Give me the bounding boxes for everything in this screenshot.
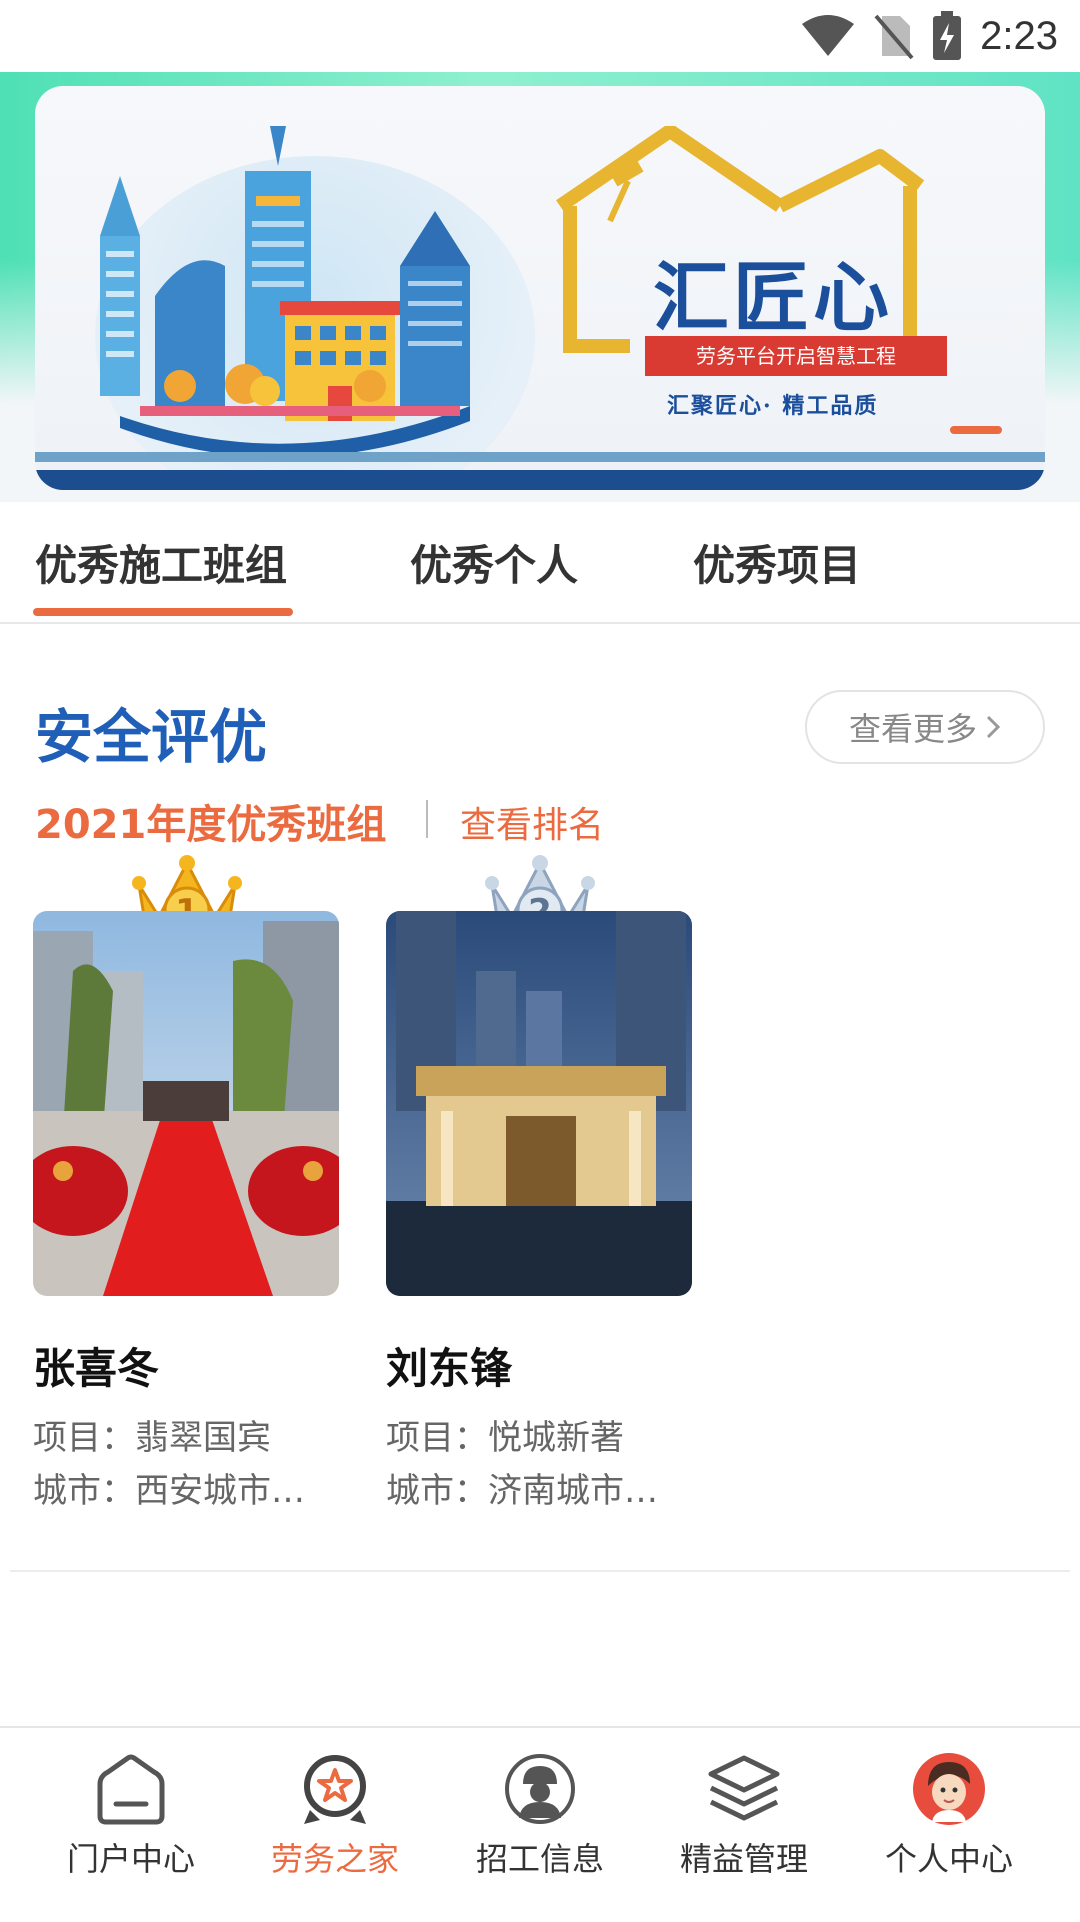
- no-sim-icon: [874, 14, 914, 60]
- chevron-right-icon: [986, 715, 1001, 739]
- banner-stripe: [35, 452, 1045, 462]
- avatar-icon: [913, 1753, 985, 1825]
- banner-carousel[interactable]: 汇匠心 劳务平台开启智慧工程 汇聚匠心· 精工品质: [35, 86, 1045, 490]
- nav-personal-center[interactable]: 个人中心: [859, 1750, 1039, 1900]
- view-more-label: 查看更多: [848, 710, 977, 748]
- nav-recruitment-info[interactable]: 招工信息: [450, 1750, 630, 1900]
- worker-icon: [505, 1754, 575, 1824]
- divider: [426, 800, 428, 838]
- team-photo: [386, 911, 692, 1296]
- nav-label: 招工信息: [475, 1840, 604, 1878]
- status-icons: 2:23: [800, 10, 1058, 62]
- carousel-indicator[interactable]: [950, 426, 1002, 434]
- nav-portal-center[interactable]: 门户中心: [41, 1750, 221, 1900]
- nav-label: 劳务之家: [270, 1840, 399, 1878]
- category-tabs: 优秀施工班组 优秀个人 优秀项目: [0, 502, 1080, 624]
- section-title: 安全评优: [35, 703, 268, 771]
- nav-label: 门户中心: [66, 1840, 195, 1878]
- city-skyline-illustration: [100, 126, 470, 456]
- banner-subtitle: 劳务平台开启智慧工程: [645, 336, 947, 376]
- layers-icon: [708, 1755, 780, 1821]
- banner-stripe-dark: [35, 470, 1045, 490]
- award-icon: [304, 1755, 366, 1824]
- team-leader-name: 刘东锋: [386, 1344, 513, 1393]
- content-divider: [10, 1570, 1070, 1572]
- banner-slogan: 汇聚匠心· 精工品质: [667, 393, 879, 419]
- city-info: 城市：西安城市…: [33, 1471, 305, 1511]
- team-leader-name: 张喜冬: [33, 1344, 160, 1393]
- status-bar: 2:23: [0, 0, 1080, 72]
- status-time: 2:23: [980, 13, 1058, 58]
- battery-charging-icon: [933, 11, 962, 60]
- year-label: 2021年度优秀班组: [35, 802, 387, 848]
- project-info: 项目：翡翠国宾: [33, 1418, 271, 1458]
- city-info: 城市：济南城市…: [386, 1471, 658, 1511]
- tab-excellent-project[interactable]: 优秀项目: [693, 532, 861, 593]
- view-more-button[interactable]: 查看更多: [805, 690, 1045, 764]
- nav-lean-management[interactable]: 精益管理: [654, 1750, 834, 1900]
- view-ranking-link[interactable]: 查看排名: [460, 796, 604, 848]
- wifi-icon: [802, 15, 855, 56]
- nav-label: 个人中心: [884, 1840, 1013, 1878]
- banner-title: 汇匠心: [653, 253, 893, 342]
- bottom-navigation: 门户中心 劳务之家 招工信息 精益管理 个人中心: [0, 1726, 1080, 1922]
- project-info: 项目：悦城新著: [386, 1418, 624, 1458]
- home-icon: [97, 1754, 165, 1825]
- nav-labor-home[interactable]: 劳务之家: [245, 1750, 425, 1900]
- nav-label: 精益管理: [679, 1840, 808, 1878]
- tab-excellent-individual[interactable]: 优秀个人: [410, 532, 578, 593]
- active-tab-indicator: [33, 608, 293, 616]
- tab-excellent-team[interactable]: 优秀施工班组: [35, 532, 287, 593]
- team-photo: [33, 911, 339, 1296]
